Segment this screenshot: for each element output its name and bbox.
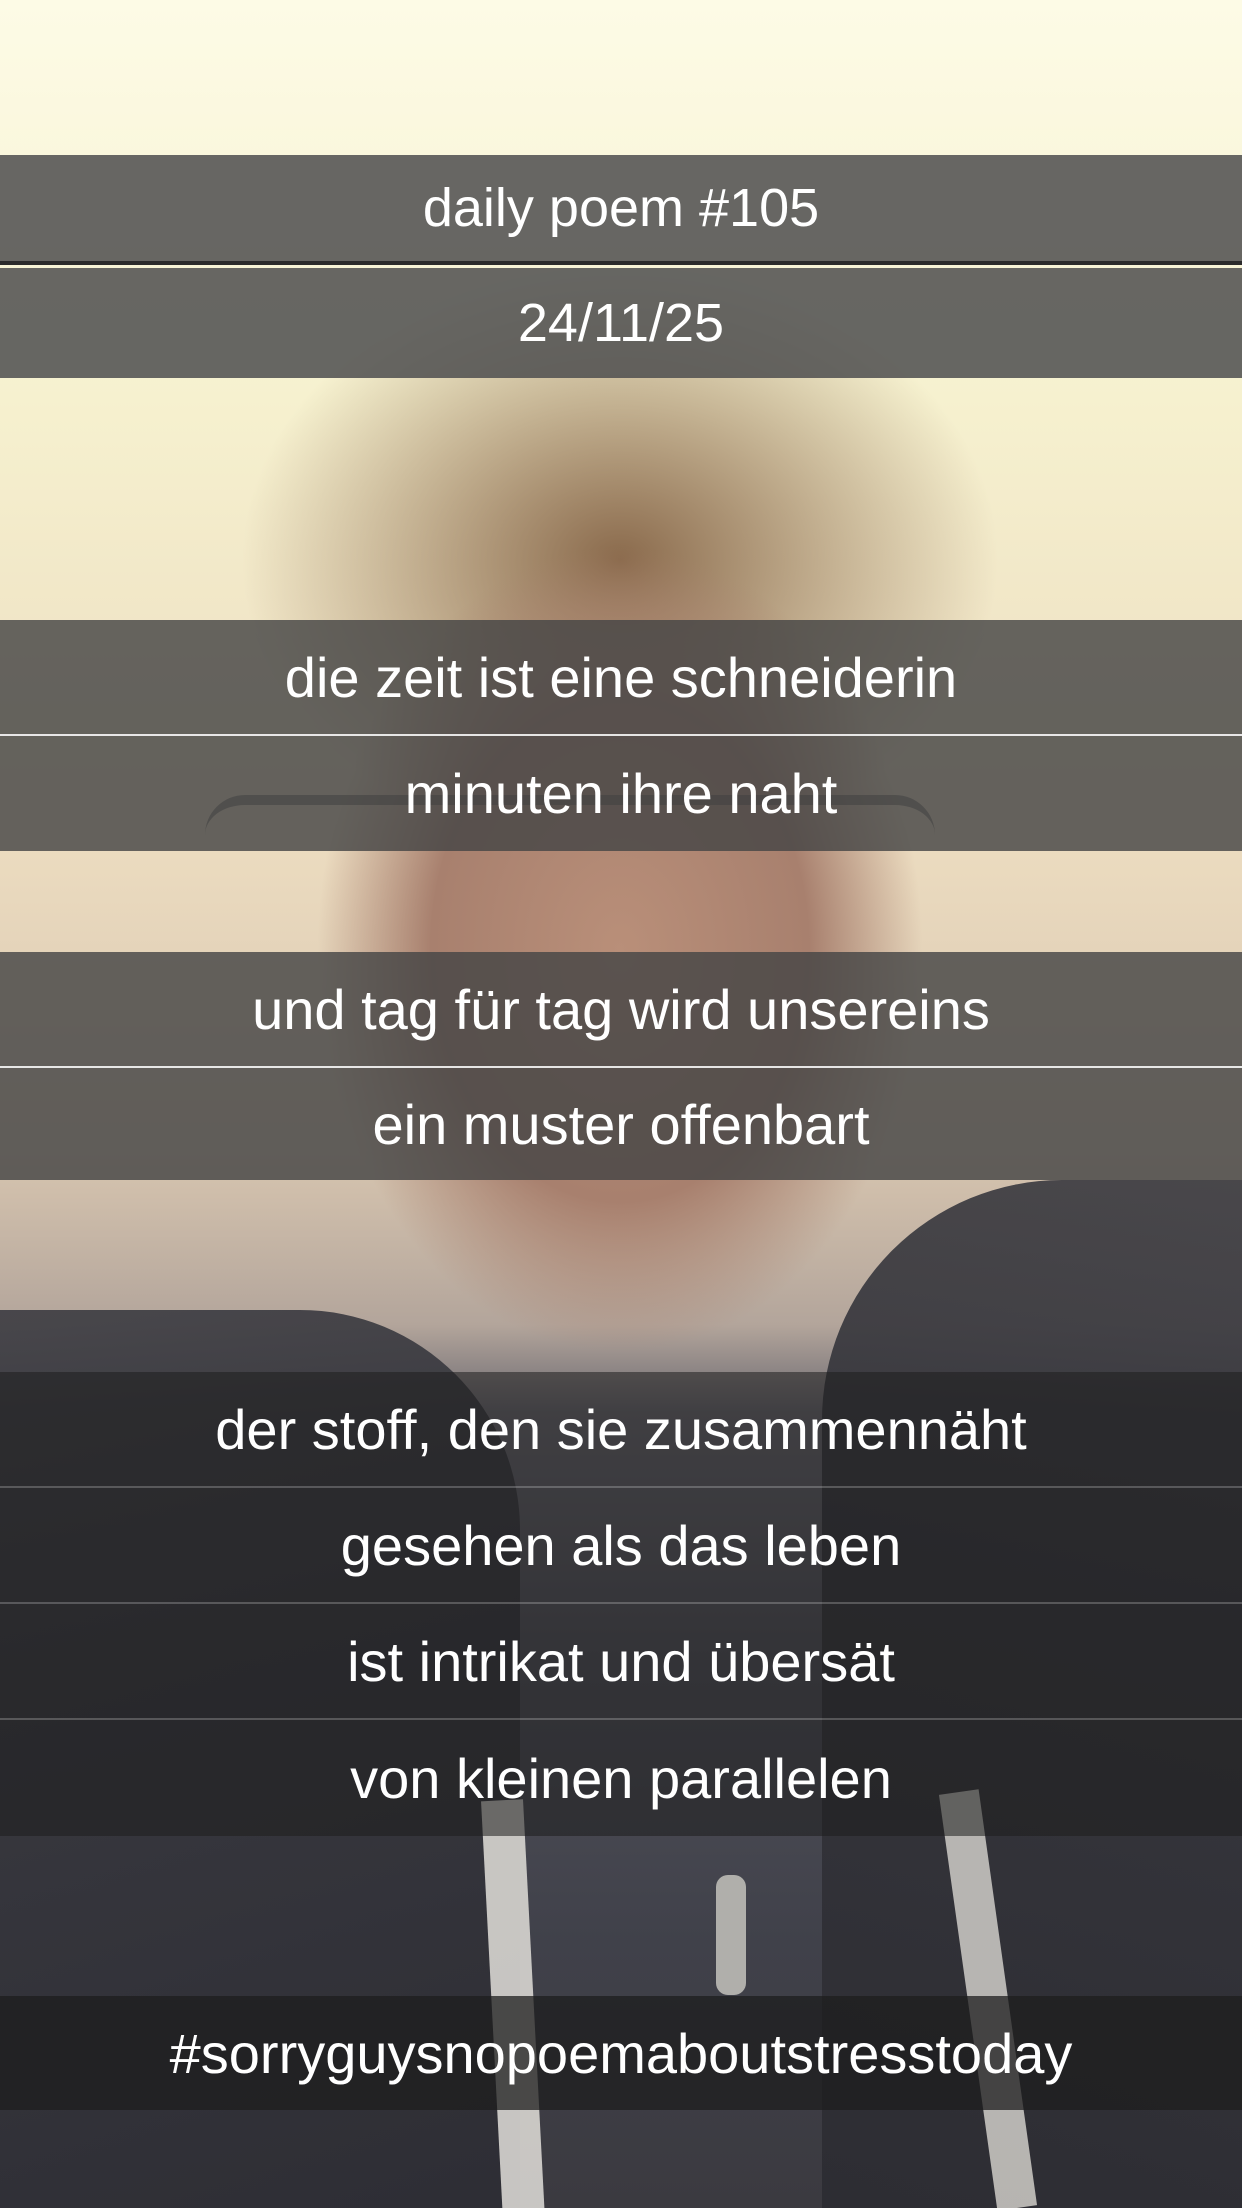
hashtag: #sorryguysnopoemaboutstresstoday xyxy=(0,1996,1242,2110)
poem-line: und tag für tag wird unsereins xyxy=(0,952,1242,1068)
poem-line: die zeit ist eine schneiderin xyxy=(0,620,1242,736)
poem-title: daily poem #105 xyxy=(0,155,1242,265)
poem-line: minuten ihre naht xyxy=(0,736,1242,851)
poem-line: von kleinen parallelen xyxy=(0,1720,1242,1836)
poem-line: ist intrikat und übersät xyxy=(0,1604,1242,1720)
poem-date: 24/11/25 xyxy=(0,268,1242,378)
zipper-pull xyxy=(716,1875,746,1995)
poem-line: der stoff, den sie zusammennäht xyxy=(0,1372,1242,1488)
poem-line: gesehen als das leben xyxy=(0,1488,1242,1604)
poem-line: ein muster offenbart xyxy=(0,1068,1242,1180)
